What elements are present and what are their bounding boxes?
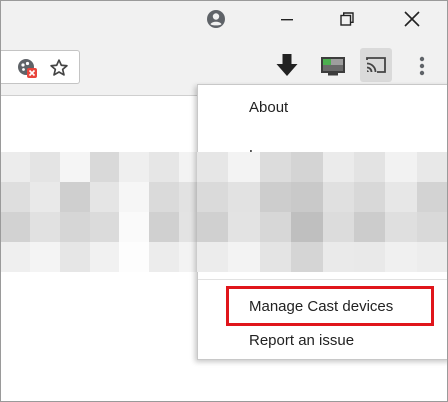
menu-item-report-an-issue[interactable]: Report an issue — [198, 324, 448, 356]
restore-icon[interactable] — [321, 0, 373, 38]
vertical-dots-icon[interactable] — [412, 52, 432, 80]
title-bar — [0, 0, 448, 38]
menu-item-about[interactable]: About — [198, 91, 448, 123]
star-outline-icon[interactable] — [48, 57, 70, 79]
account-icon[interactable] — [190, 0, 242, 38]
menu-separator — [198, 279, 448, 280]
highlight-box — [226, 286, 434, 326]
minimize-icon[interactable] — [261, 0, 313, 38]
download-arrow-icon[interactable] — [274, 52, 300, 80]
omnibox[interactable] — [0, 50, 80, 84]
cast-icon[interactable] — [360, 48, 392, 82]
close-icon[interactable] — [386, 0, 438, 38]
blocked-site-icon[interactable] — [16, 57, 38, 79]
pixelated-menu-overlay — [197, 152, 448, 272]
cast-screen-extension-icon[interactable] — [318, 52, 348, 80]
